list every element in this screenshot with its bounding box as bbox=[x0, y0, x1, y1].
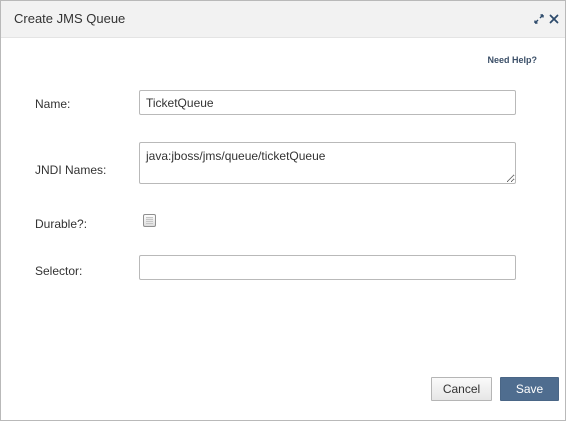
name-input[interactable] bbox=[139, 90, 516, 115]
jndi-names-label: JNDI Names: bbox=[35, 163, 107, 177]
selector-input[interactable] bbox=[139, 255, 516, 280]
need-help-link[interactable]: Need Help? bbox=[487, 55, 537, 65]
cancel-button[interactable]: Cancel bbox=[431, 377, 492, 401]
window-controls bbox=[534, 11, 559, 27]
durable-label: Durable?: bbox=[35, 217, 88, 231]
close-icon[interactable] bbox=[549, 14, 559, 24]
jndi-names-input[interactable]: java:jboss/jms/queue/ticketQueue bbox=[139, 142, 516, 184]
save-button[interactable]: Save bbox=[500, 377, 559, 401]
dialog-titlebar: Create JMS Queue bbox=[1, 1, 565, 38]
create-jms-queue-dialog: Create JMS Queue Need Help? Name: JNDI N… bbox=[0, 0, 566, 421]
name-label: Name: bbox=[35, 97, 71, 111]
durable-checkbox[interactable] bbox=[143, 214, 156, 227]
dialog-title: Create JMS Queue bbox=[14, 11, 126, 26]
selector-label: Selector: bbox=[35, 264, 83, 278]
expand-icon[interactable] bbox=[534, 14, 544, 24]
